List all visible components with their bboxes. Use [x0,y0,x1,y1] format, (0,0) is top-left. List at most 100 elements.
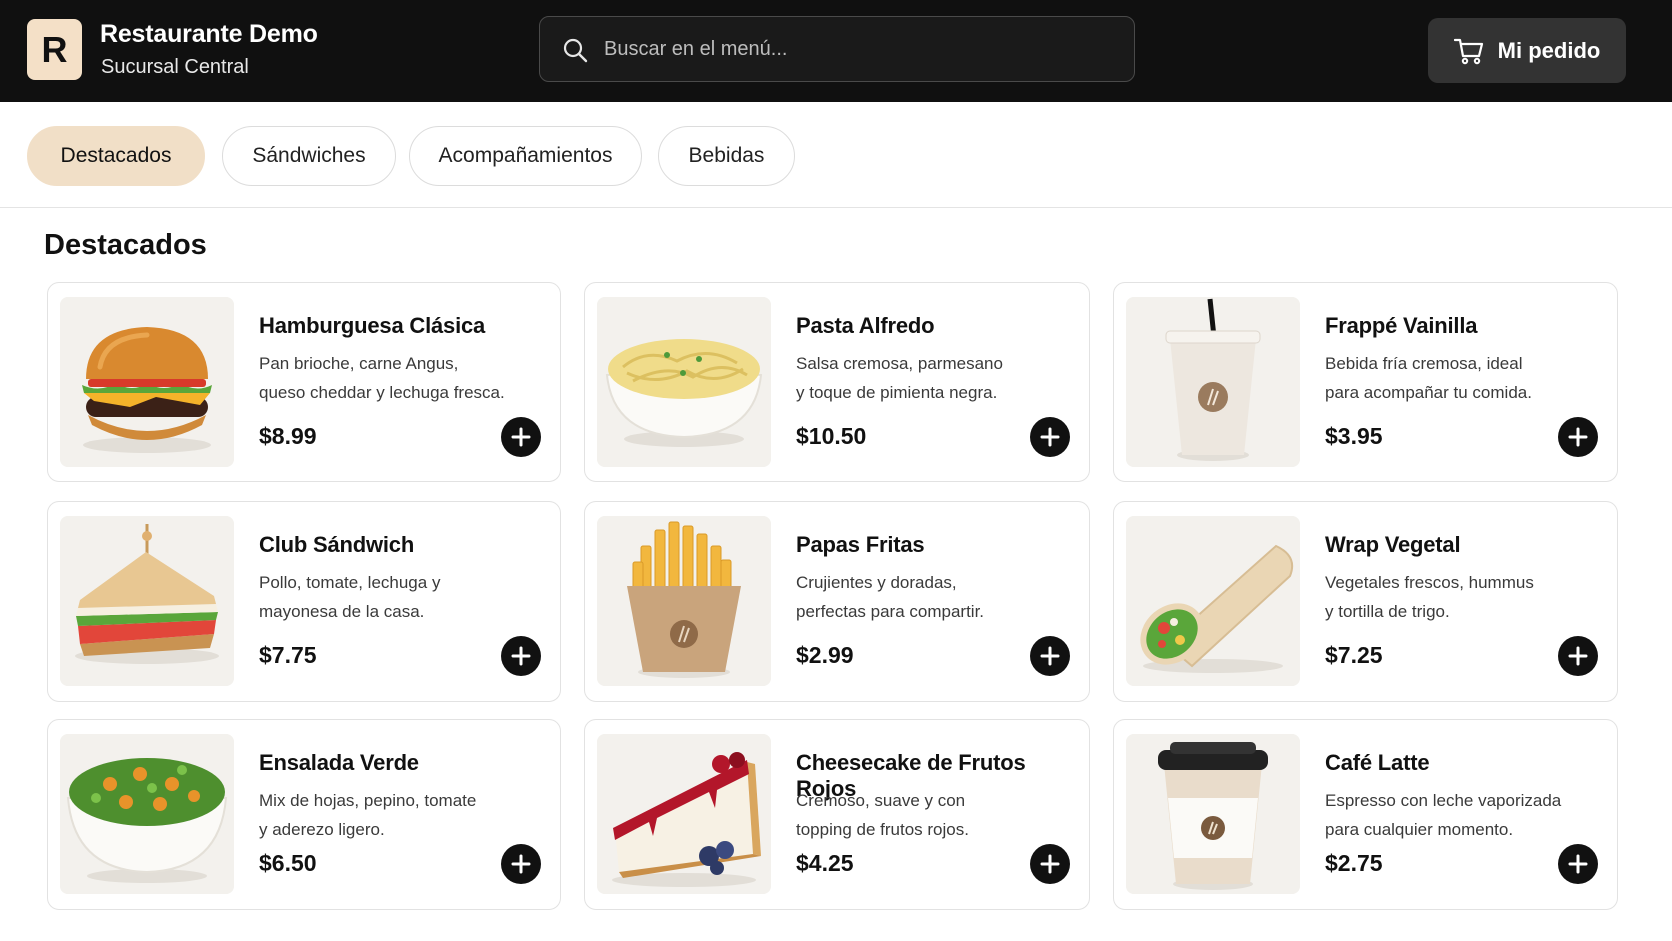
item-name: Papas Fritas [796,532,925,557]
branch-name: Sucursal Central [101,56,249,78]
top-header: R Restaurante Demo Sucursal Central Mi p… [0,0,1672,102]
item-description: Espresso con leche vaporizada para cualq… [1325,786,1585,844]
item-name: Café Latte [1325,750,1430,775]
item-description: Pan brioche, carne Angus, queso cheddar … [259,349,519,407]
menu-item-card[interactable]: Ensalada Verde Mix de hojas, pepino, tom… [47,719,561,910]
item-description: Salsa cremosa, parmesano y toque de pimi… [796,349,1056,407]
item-price: $6.50 [259,850,317,876]
item-price: $7.75 [259,642,317,668]
item-description-line: Pan brioche, carne Angus, [259,354,459,373]
item-description-line: perfectas para compartir. [796,602,985,621]
latte-image [1126,734,1300,894]
item-description: Pollo, tomate, lechuga y mayonesa de la … [259,568,519,626]
item-description-line: Espresso con leche vaporizada [1325,791,1562,810]
my-order-button[interactable]: Mi pedido [1428,18,1626,83]
item-description: Crujientes y doradas, perfectas para com… [796,568,1056,626]
plus-icon [511,646,531,666]
plus-icon [1568,427,1588,447]
item-price: $4.25 [796,850,854,876]
tab-destacados[interactable]: Destacados [27,126,205,186]
tab-label: Sándwiches [252,144,366,167]
add-to-order-button[interactable] [1030,417,1070,457]
plus-icon [1040,854,1060,874]
item-description-line: Salsa cremosa, parmesano [796,354,1003,373]
tab-label: Acompañamientos [438,144,613,167]
item-description: Cremoso, suave y con topping de frutos r… [796,786,1056,844]
menu-item-card[interactable]: Papas Fritas Crujientes y doradas, perfe… [584,501,1090,702]
item-description: Vegetales frescos, hummus y tortilla de … [1325,568,1585,626]
fries-image [597,516,771,686]
item-name: Pasta Alfredo [796,313,935,338]
section-title: Destacados [44,229,207,261]
search-input[interactable] [604,17,1114,81]
item-description-line: topping de frutos rojos. [796,820,969,839]
plus-icon [1568,854,1588,874]
menu-item-card[interactable]: Café Latte Espresso con leche vaporizada… [1113,719,1618,910]
sandwich-image [60,516,234,686]
menu-item-card[interactable]: Wrap Vegetal Vegetales frescos, hummus y… [1113,501,1618,702]
menu-item-card[interactable]: Hamburguesa Clásica Pan brioche, carne A… [47,282,561,482]
item-description-line: Cremoso, suave y con [796,791,966,810]
restaurant-logo[interactable]: R [27,19,82,80]
item-description-line: y aderezo ligero. [259,820,385,839]
item-price: $3.95 [1325,423,1383,449]
cheesecake-image [597,734,771,894]
category-tabs: Destacados Sándwiches Acompañamientos Be… [0,102,1672,208]
add-to-order-button[interactable] [501,636,541,676]
item-name: Frappé Vainilla [1325,313,1478,338]
tab-label: Destacados [60,144,172,167]
item-price: $8.99 [259,423,317,449]
item-description: Bebida fría cremosa, ideal para acompaña… [1325,349,1585,407]
salad-image [60,734,234,894]
menu-item-card[interactable]: Club Sándwich Pollo, tomate, lechuga y m… [47,501,561,702]
item-price: $10.50 [796,423,867,449]
item-description-line: y tortilla de trigo. [1325,602,1450,621]
item-description-line: Mix de hojas, pepino, tomate [259,791,477,810]
add-to-order-button[interactable] [1558,636,1598,676]
item-name: Ensalada Verde [259,750,419,775]
frappe-image [1126,297,1300,467]
menu-item-card[interactable]: Pasta Alfredo Salsa cremosa, parmesano y… [584,282,1090,482]
pasta-image [597,297,771,467]
menu-item-card[interactable]: Cheesecake de Frutos Rojos Cremoso, suav… [584,719,1090,910]
item-price: $2.99 [796,642,854,668]
plus-icon [511,427,531,447]
cart-icon [1453,38,1483,64]
my-order-label: Mi pedido [1497,37,1601,63]
search-bar[interactable] [539,16,1135,82]
item-description-line: Vegetales frescos, hummus [1325,573,1534,592]
item-description-line: y toque de pimienta negra. [796,383,998,402]
tab-bebidas[interactable]: Bebidas [658,126,795,186]
item-name: Wrap Vegetal [1325,532,1461,557]
item-description-line: Bebida fría cremosa, ideal [1325,354,1523,373]
item-description-line: Crujientes y doradas, [796,573,957,592]
plus-icon [1040,646,1060,666]
item-price: $2.75 [1325,850,1383,876]
tab-acompanamientos[interactable]: Acompañamientos [409,126,642,186]
item-description-line: mayonesa de la casa. [259,602,425,621]
search-icon [563,38,588,63]
item-name: Hamburguesa Clásica [259,313,486,338]
item-description-line: para acompañar tu comida. [1325,383,1532,402]
wrap-image [1126,516,1300,686]
item-description-line: Pollo, tomate, lechuga y [259,573,441,592]
tab-sandwiches[interactable]: Sándwiches [222,126,396,186]
add-to-order-button[interactable] [1558,417,1598,457]
burger-image [60,297,234,467]
plus-icon [1040,427,1060,447]
plus-icon [511,854,531,874]
add-to-order-button[interactable] [1030,636,1070,676]
menu-item-card[interactable]: Frappé Vainilla Bebida fría cremosa, ide… [1113,282,1618,482]
plus-icon [1568,646,1588,666]
item-description: Mix de hojas, pepino, tomate y aderezo l… [259,786,519,844]
add-to-order-button[interactable] [501,417,541,457]
tab-label: Bebidas [688,144,765,167]
item-description-line: para cualquier momento. [1325,820,1514,839]
restaurant-name: Restaurante Demo [100,20,318,48]
add-to-order-button[interactable] [501,844,541,884]
add-to-order-button[interactable] [1030,844,1070,884]
item-name: Club Sándwich [259,532,415,557]
add-to-order-button[interactable] [1558,844,1598,884]
logo-letter: R [41,28,68,70]
item-price: $7.25 [1325,642,1383,668]
